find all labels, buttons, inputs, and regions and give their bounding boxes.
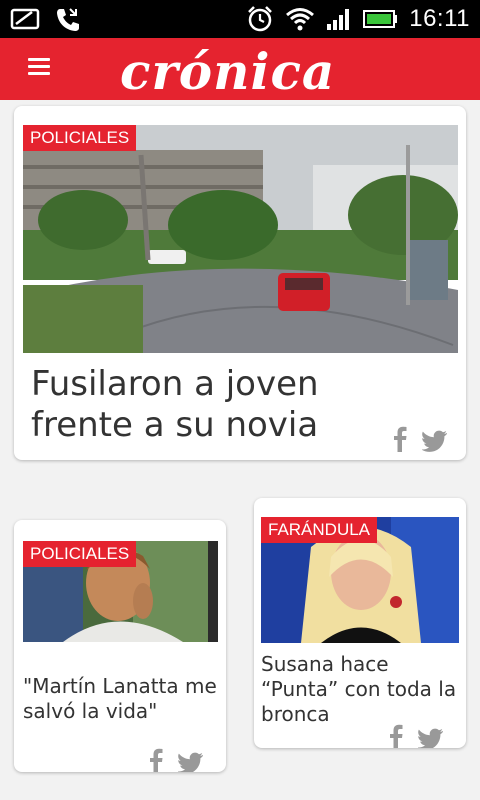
battery-icon [363, 10, 398, 28]
article-title[interactable]: "Martín Lanatta me salvó la vida" [23, 674, 219, 724]
twitter-icon[interactable] [422, 430, 448, 452]
category-tag[interactable]: FARÁNDULA [261, 517, 378, 543]
category-tag[interactable]: POLICIALES [23, 541, 137, 567]
facebook-icon[interactable] [392, 426, 408, 452]
share-buttons [392, 426, 448, 452]
status-left-icons [10, 6, 82, 34]
alarm-icon [248, 6, 273, 32]
phone-icon [57, 8, 79, 31]
share-buttons [388, 724, 444, 748]
menu-button[interactable] [28, 58, 50, 78]
category-tag[interactable]: POLICIALES [23, 125, 137, 151]
article-card[interactable]: POLICIALES "Martín Lanatta me salvó la v… [14, 520, 226, 772]
article-title[interactable]: Susana hace “Punta” con toda la bronca [261, 652, 461, 727]
share-buttons [148, 748, 204, 772]
article-image[interactable] [23, 125, 458, 353]
missed-call-icon [10, 8, 40, 30]
twitter-icon[interactable] [178, 752, 204, 772]
wifi-icon [286, 8, 315, 31]
facebook-icon[interactable] [148, 748, 164, 772]
site-logo[interactable]: crónica [120, 42, 335, 101]
facebook-icon[interactable] [388, 724, 404, 748]
article-card[interactable]: FARÁNDULA Susana hace “Punta” con toda l… [254, 498, 466, 748]
twitter-icon[interactable] [418, 728, 444, 748]
status-bar: 16:11 [0, 0, 480, 38]
status-time: 16:11 [409, 5, 470, 32]
app-header: crónica [0, 38, 480, 101]
signal-icon [327, 9, 350, 30]
article-card-featured[interactable]: POLICIALES Fusilaron a joven frente a su… [14, 106, 466, 460]
status-right-icons: 16:11 [245, 4, 470, 34]
article-title[interactable]: Fusilaron a joven frente a su novia [31, 364, 331, 446]
